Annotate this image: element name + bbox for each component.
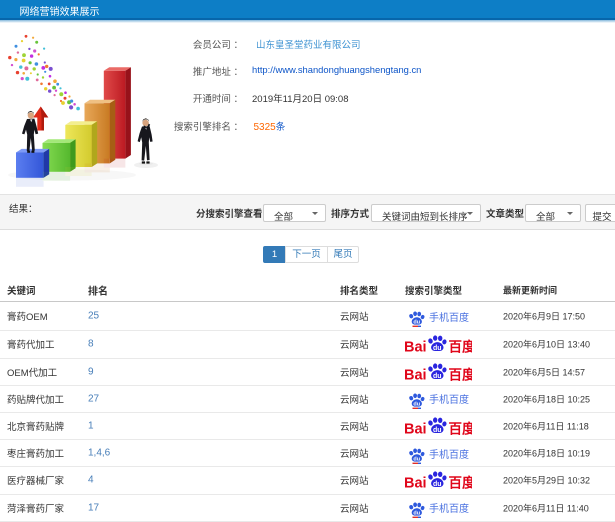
- svg-text:du: du: [433, 373, 442, 380]
- svg-text:Bai: Bai: [405, 340, 427, 355]
- svg-text:百度: 百度: [449, 421, 473, 437]
- svg-text:du: du: [433, 427, 442, 434]
- svg-text:du: du: [433, 481, 442, 488]
- svg-text:Bai: Bai: [405, 367, 427, 382]
- svg-text:du: du: [413, 511, 420, 517]
- svg-text:du: du: [413, 319, 420, 325]
- svg-text:百度: 百度: [449, 339, 473, 355]
- svg-text:百度: 百度: [449, 366, 473, 382]
- svg-text:du: du: [413, 402, 420, 408]
- svg-text:百度: 百度: [449, 475, 473, 491]
- svg-text:du: du: [413, 456, 420, 462]
- svg-text:Bai: Bai: [405, 422, 427, 437]
- svg-text:du: du: [433, 345, 442, 352]
- svg-text:Bai: Bai: [405, 476, 427, 491]
